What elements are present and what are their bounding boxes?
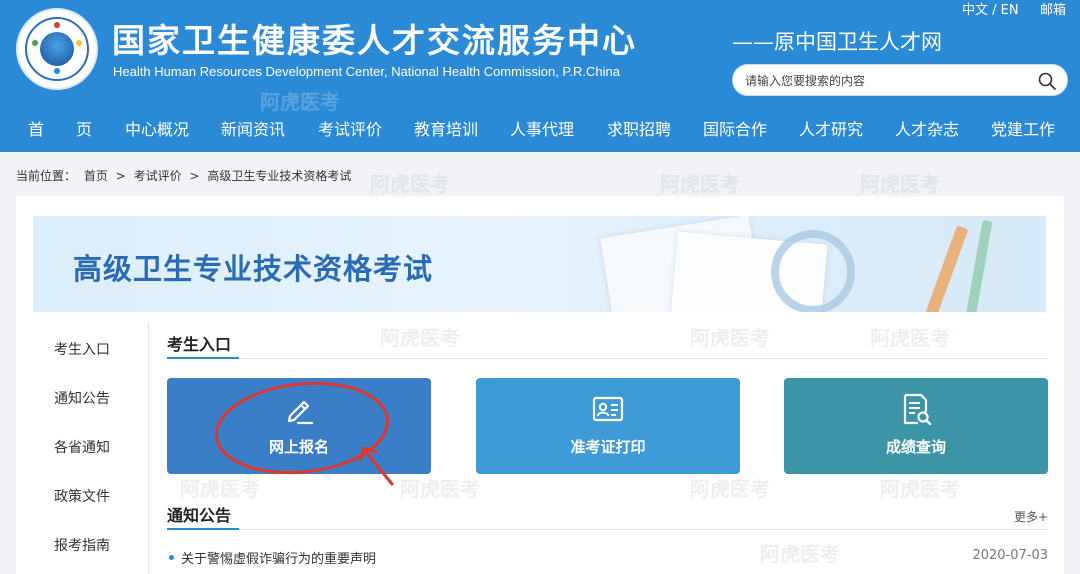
- breadcrumb: 当前位置： 首页 > 考试评价 > 高级卫生专业技术资格考试: [16, 167, 355, 184]
- nav-item-exams[interactable]: 考试评价: [318, 116, 382, 140]
- logo-dot-green: [32, 40, 38, 46]
- nav-item-home[interactable]: 首 页: [28, 116, 92, 140]
- card-label: 成绩查询: [885, 438, 946, 456]
- breadcrumb-current: 高级卫生专业技术资格考试: [207, 169, 352, 183]
- admission-ticket-print-button[interactable]: 准考证打印: [476, 378, 740, 474]
- logo-dot-red: [54, 22, 60, 28]
- breadcrumb-separator: >: [189, 169, 200, 183]
- score-inquiry-button[interactable]: 成绩查询: [784, 378, 1048, 474]
- site-title-en: Health Human Resources Development Cente…: [113, 64, 620, 79]
- site-logo[interactable]: [16, 8, 98, 90]
- nav-item-jobs[interactable]: 求职招聘: [607, 116, 671, 140]
- notices-section-title: 通知公告: [167, 506, 232, 525]
- search-icon[interactable]: [1037, 71, 1057, 91]
- breadcrumb-separator: >: [115, 169, 126, 183]
- sidebar-item-entry[interactable]: 考生入口: [54, 339, 110, 359]
- search-input[interactable]: [745, 71, 1025, 91]
- watermark: 阿虎医考: [660, 172, 740, 196]
- sidebar-item-policies[interactable]: 政策文件: [54, 486, 110, 506]
- list-item: 关于警惕虚假诈骗行为的重要声明 2020-07-03: [167, 548, 1048, 568]
- notice-title-link[interactable]: 关于警惕虚假诈骗行为的重要声明: [181, 548, 376, 567]
- nav-item-research[interactable]: 人才研究: [799, 116, 863, 140]
- logo-globe: [40, 32, 74, 66]
- breadcrumb-exams[interactable]: 考试评价: [134, 169, 182, 183]
- mail-link[interactable]: 邮箱: [1040, 0, 1066, 18]
- edit-pen-icon: [287, 400, 314, 425]
- banner-title: 高级卫生专业技术资格考试: [73, 252, 434, 286]
- document-search-icon: [903, 393, 932, 426]
- section-accent: [167, 528, 239, 530]
- nav-item-training[interactable]: 教育培训: [414, 116, 478, 140]
- nav-item-about[interactable]: 中心概况: [125, 116, 189, 140]
- sidebar-menu: 考生入口 通知公告 各省通知 政策文件 报考指南: [33, 322, 149, 574]
- nav-item-personnel[interactable]: 人事代理: [510, 116, 574, 140]
- nav-item-news[interactable]: 新闻资讯: [221, 116, 285, 140]
- former-name: ——原中国卫生人才网: [732, 30, 942, 54]
- more-link[interactable]: 更多+: [1014, 508, 1048, 525]
- logo-dot-yellow: [76, 40, 82, 46]
- online-registration-button[interactable]: 网上报名: [167, 378, 431, 474]
- pen-illustration: [963, 219, 993, 312]
- nav-item-magazine[interactable]: 人才杂志: [895, 116, 959, 140]
- id-card-icon: [592, 396, 624, 422]
- sidebar-item-notices[interactable]: 通知公告: [54, 388, 110, 408]
- search-box: [732, 64, 1068, 96]
- site-header: 国家卫生健康委人才交流服务中心 Health Human Resources D…: [0, 0, 1080, 152]
- section-accent: [167, 357, 239, 359]
- notice-date: 2020-07-03: [972, 548, 1048, 563]
- sidebar-item-provincial[interactable]: 各省通知: [54, 437, 110, 457]
- card-label: 准考证打印: [570, 438, 646, 456]
- magnifier-illustration: [771, 230, 855, 312]
- pencil-illustration: [919, 225, 969, 312]
- entry-section-title: 考生入口: [167, 335, 232, 354]
- breadcrumb-home[interactable]: 首页: [84, 169, 108, 183]
- watermark: 阿虎医考: [370, 172, 450, 196]
- section-divider: [167, 528, 1048, 530]
- site-title-cn: 国家卫生健康委人才交流服务中心: [112, 21, 637, 60]
- section-divider: [167, 357, 1048, 359]
- logo-dot-blue: [54, 68, 60, 74]
- watermark: 阿虎医考: [860, 172, 940, 196]
- sidebar-item-guide[interactable]: 报考指南: [54, 535, 110, 555]
- nav-item-international[interactable]: 国际合作: [703, 116, 767, 140]
- language-switch[interactable]: 中文 / EN: [962, 0, 1019, 18]
- page-banner: 高级卫生专业技术资格考试: [33, 216, 1046, 312]
- bullet-icon: [169, 555, 174, 560]
- breadcrumb-prefix: 当前位置：: [16, 169, 77, 183]
- main-nav: 首 页 中心概况 新闻资讯 考试评价 教育培训 人事代理 求职招聘 国际合作 人…: [0, 108, 1080, 148]
- card-label: 网上报名: [268, 438, 329, 456]
- nav-item-party[interactable]: 党建工作: [991, 116, 1055, 140]
